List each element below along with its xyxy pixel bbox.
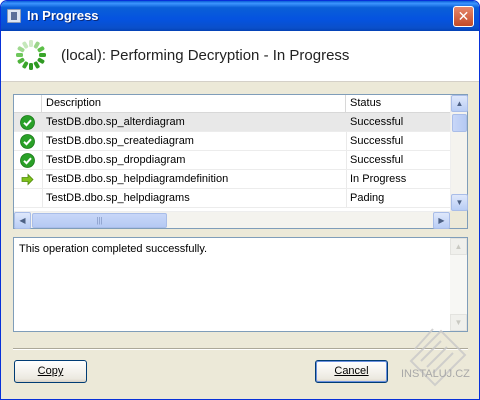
title-bar[interactable]: In Progress ✕ (1, 1, 479, 31)
table-row[interactable]: TestDB.dbo.sp_helpdiagrams Pading (14, 189, 450, 208)
window-title: In Progress (27, 8, 99, 23)
progress-spinner-icon (16, 40, 46, 70)
row-description: TestDB.dbo.sp_helpdiagrams (46, 192, 190, 204)
row-description: TestDB.dbo.sp_creatediagram (46, 135, 194, 147)
operation-title: (local): Performing Decryption - In Prog… (61, 47, 350, 64)
scroll-right-button[interactable]: ▶ (433, 212, 450, 229)
horizontal-scroll-thumb[interactable]: ||| (32, 213, 167, 228)
scrollbar-corner (450, 211, 467, 228)
table-row[interactable]: TestDB.dbo.sp_alterdiagram Successful (14, 113, 450, 132)
check-icon (20, 134, 35, 149)
table-row[interactable]: TestDB.dbo.sp_creatediagram Successful (14, 132, 450, 151)
scroll-up-button[interactable]: ▲ (451, 95, 468, 112)
row-status: Successful (350, 154, 404, 166)
app-icon (7, 9, 21, 23)
copy-button-label: Copy (37, 365, 64, 377)
row-description: TestDB.dbo.sp_helpdiagramdefinition (46, 173, 229, 185)
copy-button[interactable]: Copy (14, 360, 87, 383)
grid-rows: TestDB.dbo.sp_alterdiagram Successful Te… (14, 113, 450, 208)
check-icon (20, 153, 35, 168)
table-row[interactable]: TestDB.dbo.sp_dropdiagram Successful (14, 151, 450, 170)
cancel-button[interactable]: Cancel (315, 360, 388, 383)
row-status: Successful (350, 116, 404, 128)
message-box[interactable]: This operation completed successfully. ▲… (13, 237, 468, 332)
check-icon (20, 115, 35, 130)
column-header-description[interactable]: Description (42, 95, 346, 113)
table-row[interactable]: TestDB.dbo.sp_helpdiagramdefinition In P… (14, 170, 450, 189)
grid-horizontal-scrollbar[interactable]: ◀ ||| ▶ (14, 211, 450, 229)
scroll-left-button[interactable]: ◀ (14, 212, 31, 229)
message-scroll-up-button[interactable]: ▲ (450, 238, 467, 255)
message-text: This operation completed successfully. (19, 243, 208, 255)
row-description: TestDB.dbo.sp_dropdiagram (46, 154, 186, 166)
row-status: Successful (350, 135, 404, 147)
close-button[interactable]: ✕ (453, 6, 474, 27)
separator (13, 348, 468, 350)
row-description: TestDB.dbo.sp_alterdiagram (46, 116, 185, 128)
grid-vertical-scrollbar[interactable]: ▲ ▼ (450, 95, 468, 211)
cancel-button-label: Cancel (334, 365, 369, 377)
row-status: In Progress (350, 173, 407, 185)
dialog-window: In Progress ✕ (local): Performing Decryp… (0, 0, 480, 400)
column-header-status[interactable]: Status (346, 95, 450, 113)
arrow-right-icon (21, 173, 34, 186)
scroll-thumb[interactable] (452, 114, 467, 132)
scroll-down-button[interactable]: ▼ (451, 194, 468, 211)
header-panel: (local): Performing Decryption - In Prog… (1, 31, 479, 82)
row-status: Pading (350, 192, 385, 204)
icon-column-header[interactable] (14, 95, 42, 113)
watermark-text: INSTALUJ.CZ (401, 368, 470, 380)
grid-header: Description Status (14, 95, 450, 113)
task-grid[interactable]: Description Status TestDB.dbo.sp_alterdi… (13, 94, 468, 229)
